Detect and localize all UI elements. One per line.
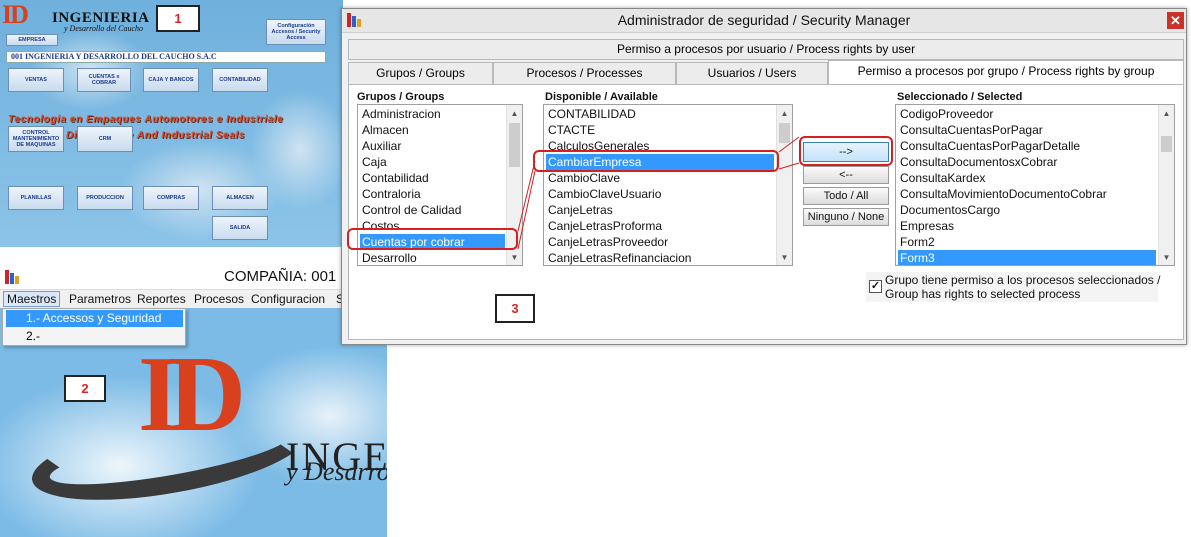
compras-button[interactable]: COMPRAS xyxy=(143,186,199,210)
brand-subtitle: y Desarrollo del Caucho xyxy=(64,24,144,33)
control-maquinas-button[interactable]: CONTROL MANTENIMIENTO DE MAQUINAS xyxy=(8,126,64,152)
empresa-button[interactable]: EMPRESA xyxy=(6,34,58,46)
annotation-arrows xyxy=(517,136,800,250)
annotation-tag-1: 1 xyxy=(156,5,200,32)
crm-button[interactable]: CRM xyxy=(77,126,133,152)
menu-maestros[interactable]: Maestros xyxy=(3,291,61,307)
maestros-dropdown: 1.- Accessos y Seguridad 2.- xyxy=(2,308,186,346)
menu-bar: Maestros Parametros Reportes Procesos Co… xyxy=(0,290,387,308)
main-menu-window: ID INGENIERIA y Desarrollo del Caucho 1 … xyxy=(0,0,343,247)
app-icon xyxy=(5,270,19,284)
almacen-button[interactable]: ALMACEN xyxy=(212,186,268,210)
company-titlebar: COMPAÑIA: 001 IN xyxy=(0,263,387,290)
company-name-field: 001 INGENIERIA Y DESARROLLO DEL CAUCHO S… xyxy=(6,51,326,63)
menu-procesos[interactable]: Procesos xyxy=(191,291,247,307)
caja-bancos-button[interactable]: CAJA Y BANCOS xyxy=(143,68,199,92)
salida-button[interactable]: SALIDA xyxy=(212,216,268,240)
menu-item-accesos-seguridad[interactable]: 1.- Accessos y Seguridad xyxy=(6,310,183,327)
logo-id: ID xyxy=(138,335,246,454)
menu-parametros[interactable]: Parametros xyxy=(66,291,134,307)
menu-configuracion[interactable]: Configuracion xyxy=(248,291,328,307)
config-security-button[interactable]: Configuración Accesos / Security Access xyxy=(266,19,326,45)
slogan-line-1: Tecnologia en Empaques Automotores e Ind… xyxy=(8,114,284,125)
security-manager-window: Administrador de seguridad / Security Ma… xyxy=(341,8,1187,345)
logo-brand-line-2: y Desarro xyxy=(286,457,387,486)
planillas-button[interactable]: PLANILLAS xyxy=(8,186,64,210)
contabilidad-button[interactable]: CONTABILIDAD xyxy=(212,68,268,92)
menu-item-2[interactable]: 2.- xyxy=(6,328,183,345)
company-title: COMPAÑIA: 001 IN xyxy=(224,268,356,285)
company-window: COMPAÑIA: 001 IN Maestros Parametros Rep… xyxy=(0,263,387,537)
annotation-tag-2: 2 xyxy=(64,375,106,402)
ventas-button[interactable]: VENTAS xyxy=(8,68,64,92)
logo-id-mark: ID xyxy=(2,0,29,29)
cuentas-cobrar-button[interactable]: CUENTAS x COBRAR xyxy=(77,68,131,92)
produccion-button[interactable]: PRODUCCION xyxy=(77,186,133,210)
menu-reportes[interactable]: Reportes xyxy=(134,291,189,307)
